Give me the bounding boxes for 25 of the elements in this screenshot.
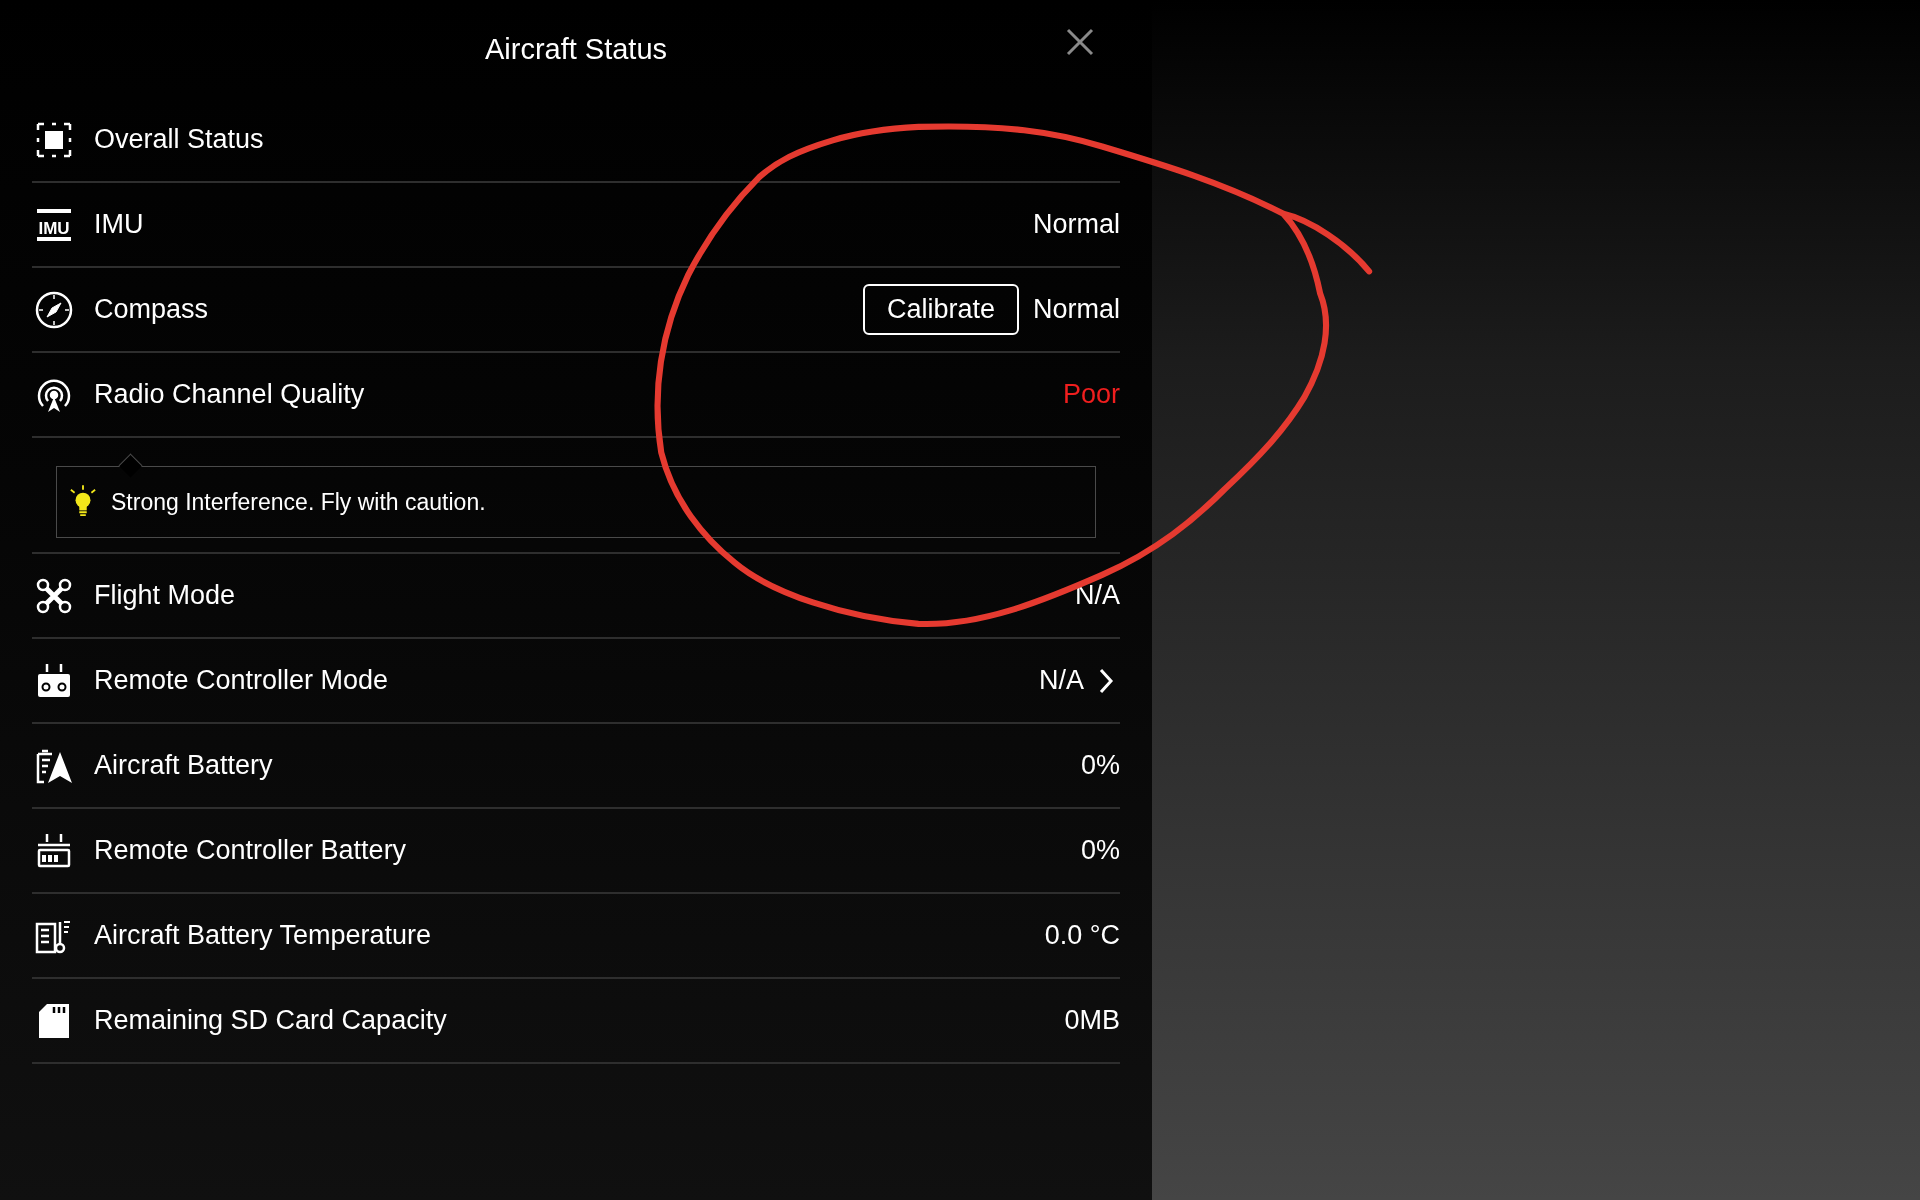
compass-icon <box>34 289 74 330</box>
status-value: N/A <box>1075 580 1120 611</box>
row-label: Compass <box>94 294 209 325</box>
row-label: Aircraft Battery Temperature <box>94 920 432 951</box>
calibrate-button[interactable]: Calibrate <box>862 284 1019 335</box>
row-label: IMU <box>94 209 144 240</box>
status-value: 0MB <box>1064 1005 1120 1036</box>
row-label: Remaining SD Card Capacity <box>94 1005 447 1036</box>
tooltip-text: Strong Interference. Fly with caution. <box>111 488 486 516</box>
row-label: Overall Status <box>94 124 264 155</box>
status-value: Poor <box>1062 379 1120 410</box>
panel-title: Aircraft Status <box>484 32 668 66</box>
row-label: Remote Controller Mode <box>94 665 389 696</box>
row-label: Flight Mode <box>94 580 236 611</box>
status-value: Normal <box>1033 209 1120 240</box>
row-label: Radio Channel Quality <box>94 379 365 410</box>
status-value: 0% <box>1080 750 1120 781</box>
status-value: Normal <box>1033 294 1120 325</box>
chevron-right-icon[interactable] <box>1098 666 1114 695</box>
row-label: Remote Controller Battery <box>94 835 407 866</box>
status-value: N/A <box>1039 665 1084 696</box>
close-icon[interactable] <box>1065 27 1095 57</box>
status-value: 0.0 °C <box>1044 920 1120 951</box>
status-value: 0% <box>1080 835 1120 866</box>
row-label: Aircraft Battery <box>94 750 273 781</box>
